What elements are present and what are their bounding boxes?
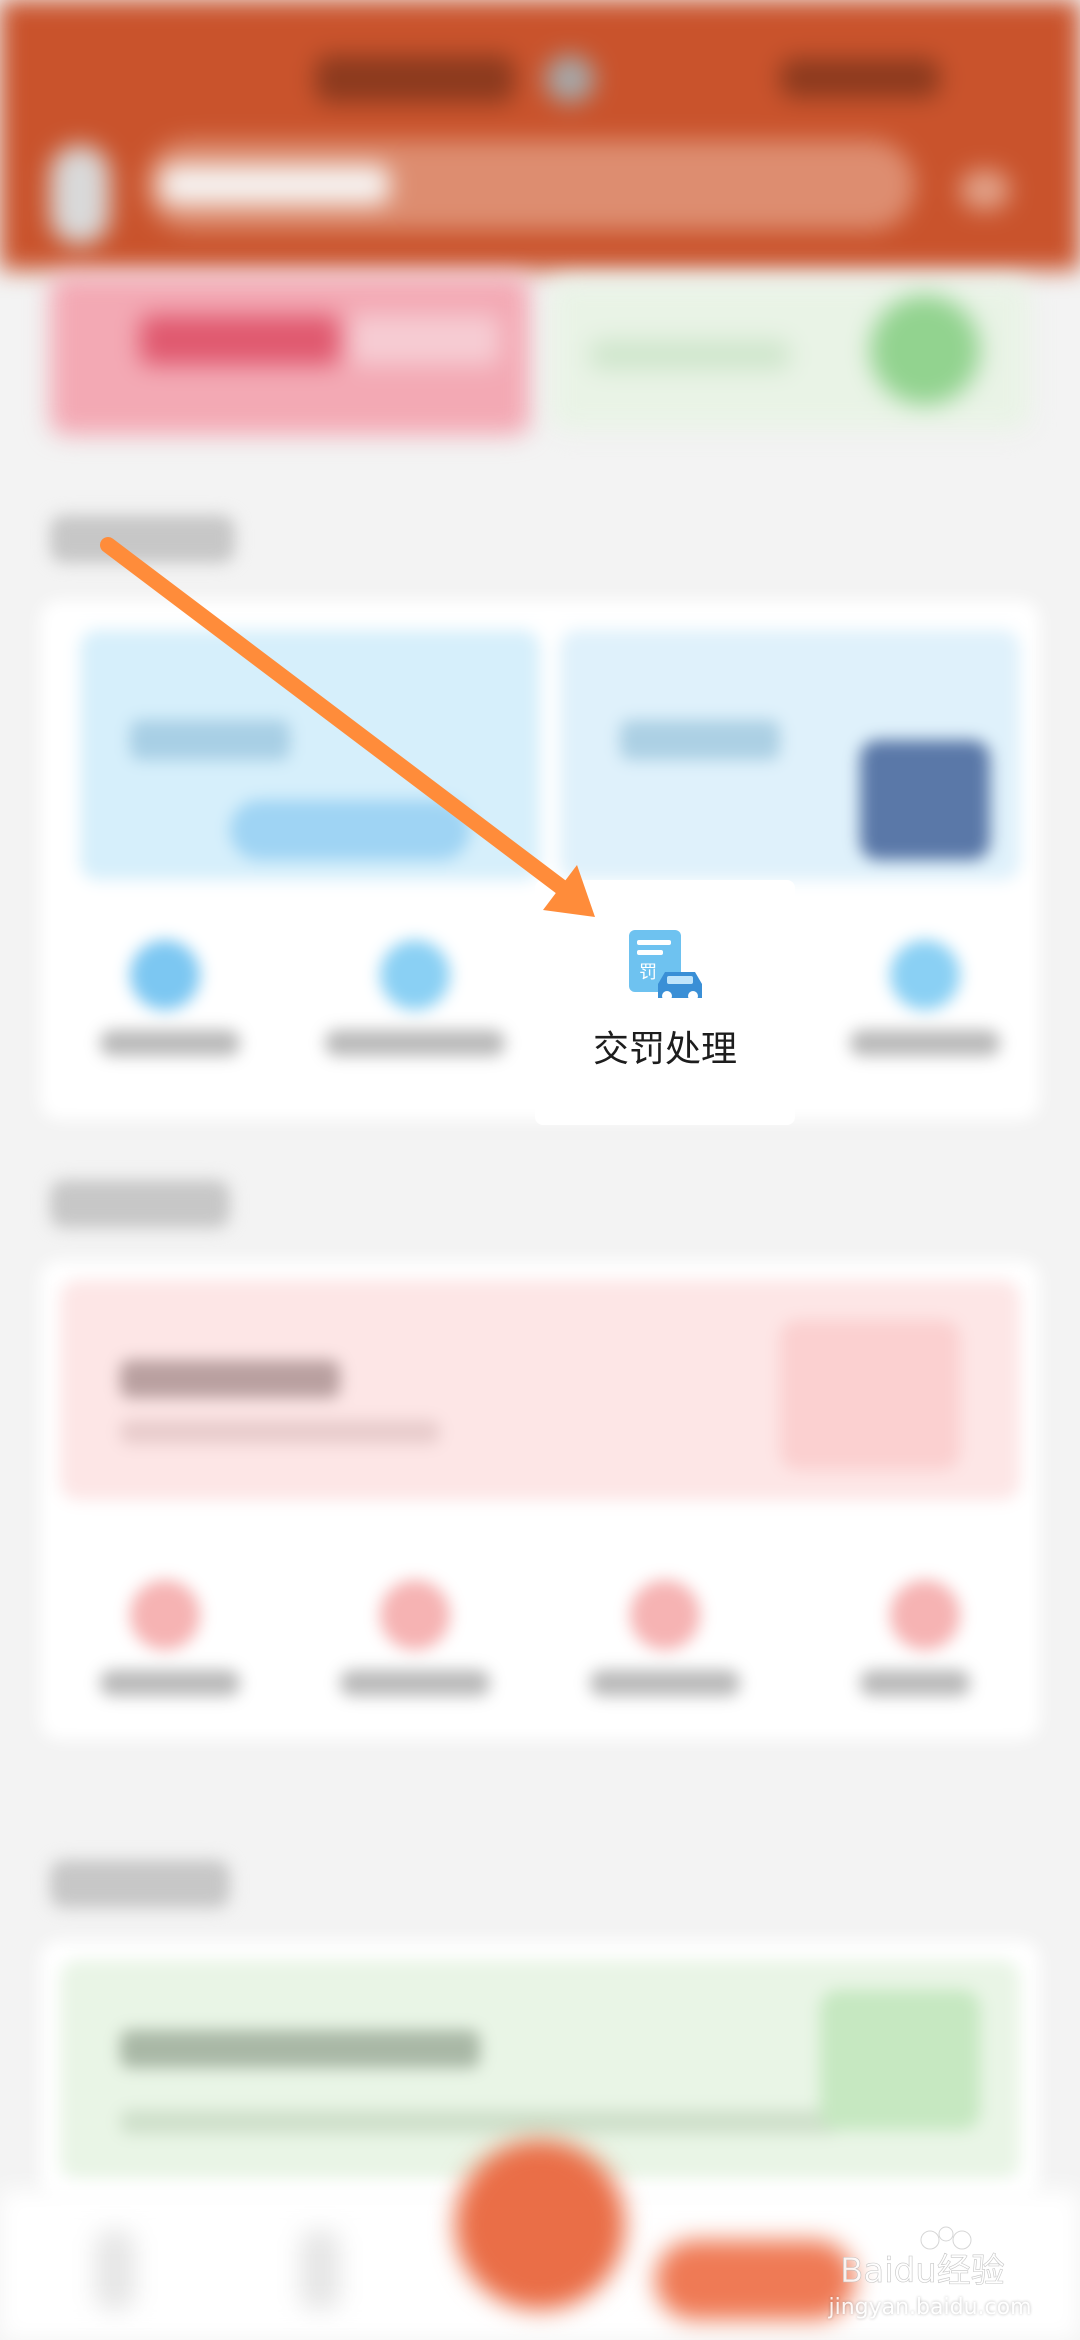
svg-text:Baidu经验: Baidu经验 [840, 2251, 1005, 2290]
service-tile-icon-1[interactable] [130, 940, 200, 1010]
fine-ticket-car-icon: 罚 [625, 928, 707, 1003]
section-title-3 [50, 1860, 230, 1908]
section-2-tile-icon-3[interactable] [630, 1580, 700, 1650]
baidu-paw-logo-icon: Baidu经验 [840, 2226, 1005, 2291]
service-tile-icon-2[interactable] [380, 940, 450, 1010]
section-2-tile-icon-1[interactable] [130, 1580, 200, 1650]
watermark-url: jingyan.baidu.com [828, 2295, 1032, 2320]
section-2-tile-label-2 [340, 1670, 490, 1696]
status-right-blob [780, 58, 940, 98]
nav-item-2[interactable] [300, 2230, 340, 2310]
menu-icon[interactable] [960, 170, 1010, 210]
section-2-tile-icon-4[interactable] [890, 1580, 960, 1650]
traffic-fine-service-tile[interactable]: 罚 交罚处理 [535, 880, 795, 1125]
section-2-tile-label-4 [860, 1670, 970, 1696]
avatar[interactable] [50, 145, 110, 245]
section-title-1 [50, 515, 235, 563]
app-header [0, 0, 1080, 270]
service-tile-label-4 [850, 1030, 1000, 1056]
center-action-button[interactable] [455, 2140, 625, 2310]
service-banner-2[interactable] [560, 630, 1020, 880]
status-bar-blob [315, 55, 515, 103]
section-2-card [40, 1260, 1040, 1740]
service-banner-1[interactable] [80, 630, 540, 880]
service-tile-label-1 [100, 1030, 240, 1056]
service-tile-label-2 [325, 1030, 505, 1056]
section-2-tile-label-1 [100, 1670, 240, 1696]
svg-text:罚: 罚 [639, 962, 657, 983]
section-2-tile-label-3 [590, 1670, 740, 1696]
section-2-tile-icon-2[interactable] [380, 1580, 450, 1650]
service-tile-icon-4[interactable] [890, 940, 960, 1010]
promo-banner-left[interactable] [50, 275, 530, 435]
baidu-watermark: Baidu经验 jingyan.baidu.com [820, 2220, 1040, 2330]
section-2-banner[interactable] [60, 1280, 1020, 1500]
section-title-2 [50, 1180, 230, 1228]
nav-item-1[interactable] [95, 2230, 135, 2310]
search-placeholder-blob [160, 165, 390, 205]
status-dot-blob [545, 55, 595, 103]
traffic-fine-label: 交罚处理 [592, 1029, 737, 1070]
promo-banner-right[interactable] [550, 280, 1030, 430]
